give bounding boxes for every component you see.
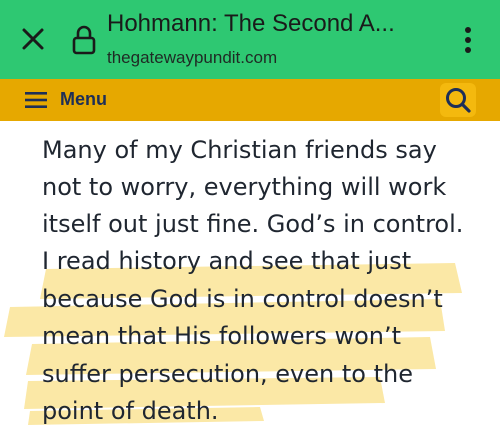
site-menu-bar: Menu bbox=[0, 79, 500, 121]
more-vert-icon[interactable] bbox=[458, 22, 478, 58]
page-title[interactable]: Hohmann: The Second A... bbox=[107, 10, 437, 38]
article-body: Many of my Christian friends say not to … bbox=[0, 121, 500, 437]
menu-label[interactable]: Menu bbox=[60, 89, 107, 110]
lock-icon[interactable] bbox=[71, 24, 97, 56]
close-icon[interactable] bbox=[20, 26, 46, 52]
highlighter-marks bbox=[4, 263, 462, 425]
article-line: mean that His followers won’t bbox=[42, 322, 402, 350]
article-line: itself out just fine. God’s in control. bbox=[42, 210, 464, 238]
hamburger-icon[interactable] bbox=[25, 92, 47, 108]
article-line: suffer persecution, even to the bbox=[42, 360, 413, 388]
page-domain[interactable]: thegatewaypundit.com bbox=[107, 48, 277, 68]
article-line: I read history and see that just bbox=[42, 247, 412, 275]
search-button[interactable] bbox=[440, 83, 476, 117]
browser-toolbar: Hohmann: The Second A... thegatewaypundi… bbox=[0, 0, 500, 79]
article-line: point of death. bbox=[42, 397, 219, 425]
search-icon bbox=[446, 88, 471, 113]
article-line: because God is in control doesn’t bbox=[42, 285, 443, 313]
article-line: not to worry, everything will work bbox=[42, 173, 447, 201]
article-line: Many of my Christian friends say bbox=[42, 136, 437, 164]
